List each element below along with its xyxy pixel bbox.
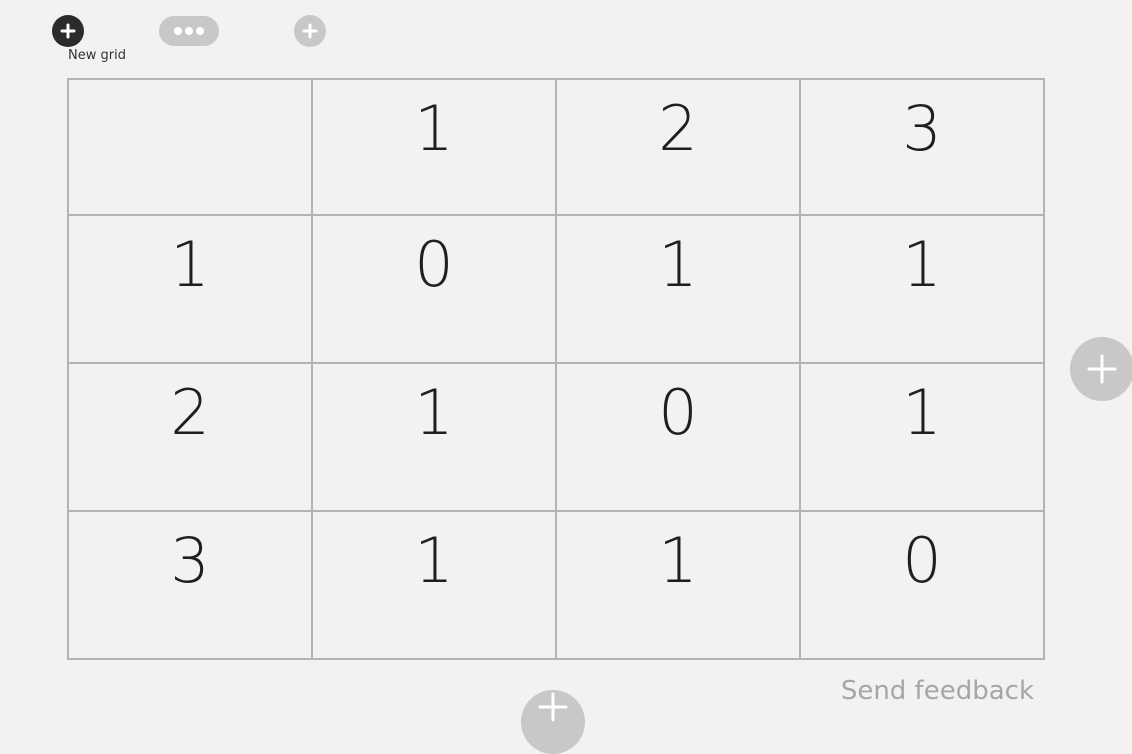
new-grid-label: New grid <box>68 48 126 63</box>
grid-corner-cell[interactable] <box>67 78 313 216</box>
grid-cell[interactable]: 1 <box>311 362 557 512</box>
add-row-button[interactable] <box>521 690 585 754</box>
plus-icon <box>302 23 318 39</box>
more-dots-icon <box>174 27 204 35</box>
grid-row: 2 1 0 1 <box>67 362 1045 512</box>
grid-cell[interactable]: 0 <box>311 214 557 364</box>
grid-cell[interactable]: 0 <box>799 510 1045 660</box>
grid-column-header[interactable]: 2 <box>555 78 801 216</box>
grid-row-header[interactable]: 3 <box>67 510 313 660</box>
grid-header-row: 1 2 3 <box>67 78 1045 216</box>
add-column-button[interactable] <box>1070 337 1132 401</box>
grid-row-header[interactable]: 2 <box>67 362 313 512</box>
grid-column-header[interactable]: 3 <box>799 78 1045 216</box>
grid-cell[interactable]: 1 <box>555 510 801 660</box>
grid-row-header[interactable]: 1 <box>67 214 313 364</box>
add-button[interactable] <box>294 15 326 47</box>
grid-table: 1 2 3 1 0 1 1 2 1 0 1 3 1 1 0 <box>67 78 1045 660</box>
grid-row: 1 0 1 1 <box>67 214 1045 364</box>
grid-cell[interactable]: 0 <box>555 362 801 512</box>
grid-row: 3 1 1 0 <box>67 510 1045 660</box>
grid-cell[interactable]: 1 <box>799 362 1045 512</box>
grid-column-header[interactable]: 1 <box>311 78 557 216</box>
new-grid-button[interactable] <box>52 15 84 47</box>
grid-cell[interactable]: 1 <box>311 510 557 660</box>
plus-icon <box>538 692 568 722</box>
grid-cell[interactable]: 1 <box>799 214 1045 364</box>
send-feedback-link[interactable]: Send feedback <box>841 676 1034 706</box>
more-options-button[interactable] <box>159 16 219 46</box>
plus-icon <box>60 23 76 39</box>
plus-icon <box>1087 354 1117 384</box>
grid-cell[interactable]: 1 <box>555 214 801 364</box>
